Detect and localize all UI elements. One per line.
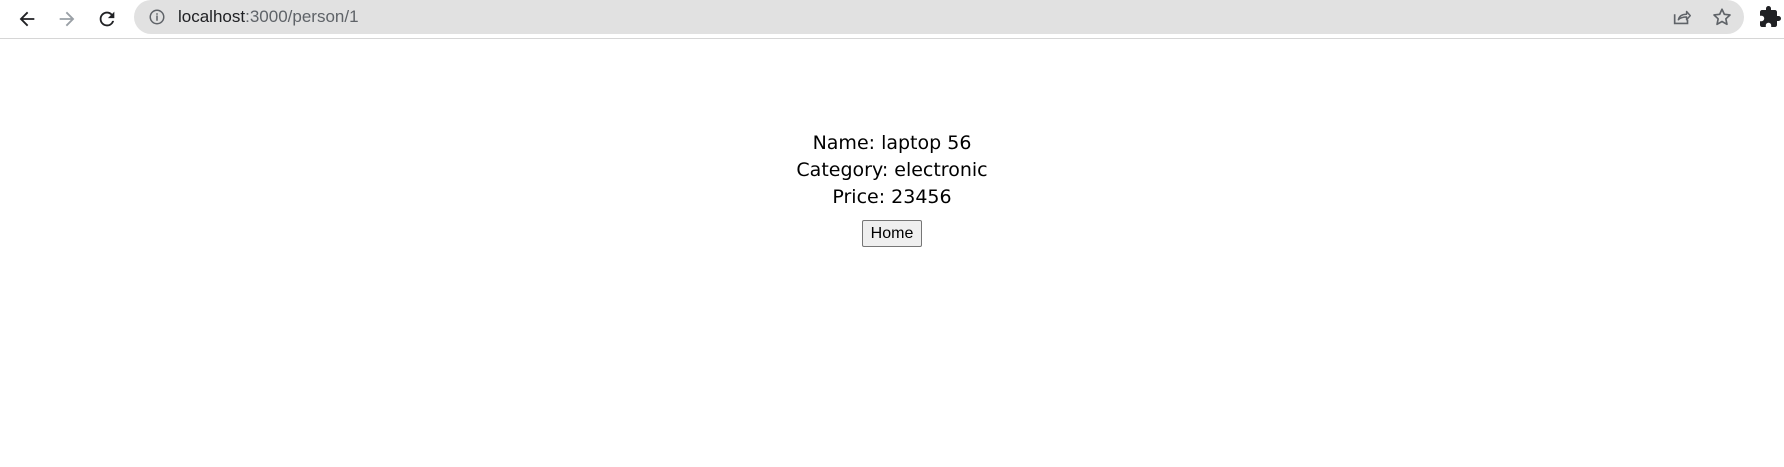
puzzle-icon[interactable]	[1758, 5, 1782, 29]
info-icon[interactable]	[148, 8, 166, 26]
page-content: Name: laptop 56 Category: electronic Pri…	[0, 40, 1784, 247]
product-details: Name: laptop 56 Category: electronic Pri…	[0, 130, 1784, 211]
browser-toolbar: localhost:3000/person/1	[0, 0, 1784, 39]
address-bar[interactable]: localhost:3000/person/1	[134, 0, 1744, 34]
star-icon[interactable]	[1711, 6, 1733, 28]
url-path: :3000/person/1	[245, 7, 359, 26]
price-line: Price: 23456	[832, 186, 952, 208]
back-button[interactable]	[12, 4, 42, 34]
back-arrow-icon	[19, 11, 35, 27]
reload-icon	[99, 11, 115, 27]
forward-button[interactable]	[52, 4, 82, 34]
home-button[interactable]: Home	[861, 220, 923, 247]
reload-button[interactable]	[92, 4, 122, 34]
url-host: localhost	[178, 7, 246, 26]
category-line: Category: electronic	[796, 159, 988, 181]
url-text[interactable]: localhost:3000/person/1	[178, 7, 359, 27]
forward-arrow-icon	[59, 11, 75, 27]
name-line: Name: laptop 56	[812, 132, 972, 154]
share-icon[interactable]	[1671, 6, 1693, 28]
